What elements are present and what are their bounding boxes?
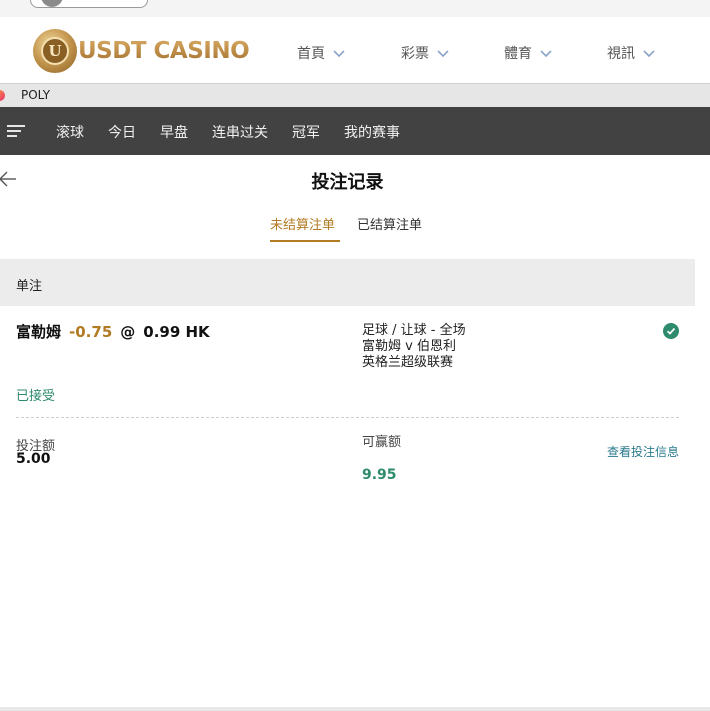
sport-nav: 滚球 今日 早盘 连串过关 冠军 我的赛事 xyxy=(0,107,710,155)
potential-win-value: 9.95 xyxy=(362,467,397,483)
chevron-down-icon xyxy=(437,47,449,59)
nav-item-live[interactable]: 視訊 xyxy=(607,43,655,63)
chevron-down-icon xyxy=(540,47,552,59)
provider-bar: POLY xyxy=(0,83,710,107)
league-name: 英格兰超级联赛 xyxy=(362,355,454,370)
top-pill-button[interactable] xyxy=(30,0,148,8)
top-strip xyxy=(0,0,710,17)
site-header: U USDT CASINO 首頁 彩票 體育 視訊 xyxy=(0,17,710,83)
tab-outright[interactable]: 冠军 xyxy=(292,122,320,142)
view-bet-info-link[interactable]: 查看投注信息 xyxy=(607,443,679,460)
section-header: 单注 xyxy=(0,259,695,306)
bottom-border xyxy=(0,707,710,711)
section-title: 单注 xyxy=(16,279,43,294)
bet-selection: 富勒姆 -0.75 @0.99 HK xyxy=(16,321,210,342)
nav-item-label: 首頁 xyxy=(297,46,325,62)
tab-today[interactable]: 今日 xyxy=(108,122,136,142)
check-circle-icon xyxy=(663,323,679,339)
provider-label: POLY xyxy=(21,88,51,102)
tab-settled[interactable]: 已结算注单 xyxy=(357,214,422,243)
market-info: 足球 / 让球 - 全场 富勒姆 v 伯恩利 英格兰超级联赛 xyxy=(362,323,466,371)
tab-unsettled[interactable]: 未结算注单 xyxy=(270,214,335,243)
tab-early[interactable]: 早盘 xyxy=(160,122,188,142)
match-name: 富勒姆 v 伯恩利 xyxy=(362,339,456,354)
stake-value: 5.00 xyxy=(16,451,51,467)
provider-icon xyxy=(0,90,5,101)
bet-status: 已接受 xyxy=(16,389,56,404)
potential-win-label: 可赢额 xyxy=(362,435,402,450)
active-tab-indicator xyxy=(270,240,340,242)
tab-in-play[interactable]: 滚球 xyxy=(56,122,84,142)
selection-handicap: -0.75 xyxy=(69,323,113,341)
nav-item-sports[interactable]: 體育 xyxy=(504,43,552,63)
chevron-down-icon xyxy=(333,47,345,59)
nav-item-label: 視訊 xyxy=(607,46,635,62)
selection-team: 富勒姆 xyxy=(16,323,62,341)
page-title: 投注记录 xyxy=(311,172,384,193)
selection-at: @ xyxy=(120,323,136,341)
hamburger-menu-icon[interactable] xyxy=(7,125,25,137)
avatar-icon xyxy=(41,0,63,7)
selection-odds: 0.99 HK xyxy=(143,323,210,341)
main-nav: 首頁 彩票 體育 視訊 xyxy=(0,43,710,63)
nav-item-home[interactable]: 首頁 xyxy=(297,43,345,63)
bet-status-tabs: 未结算注单 已结算注单 xyxy=(0,214,695,244)
nav-item-label: 彩票 xyxy=(401,46,429,62)
nav-item-lottery[interactable]: 彩票 xyxy=(401,43,449,63)
tab-my-events[interactable]: 我的赛事 xyxy=(344,122,400,142)
tab-parlay[interactable]: 连串过关 xyxy=(212,122,268,142)
market-type: 足球 / 让球 - 全场 xyxy=(362,323,466,338)
dashed-divider xyxy=(16,417,679,418)
nav-item-label: 體育 xyxy=(504,46,532,62)
bet-card: 富勒姆 -0.75 @0.99 HK 足球 / 让球 - 全场 富勒姆 v 伯恩利 … xyxy=(0,306,695,496)
chevron-down-icon xyxy=(643,47,655,59)
